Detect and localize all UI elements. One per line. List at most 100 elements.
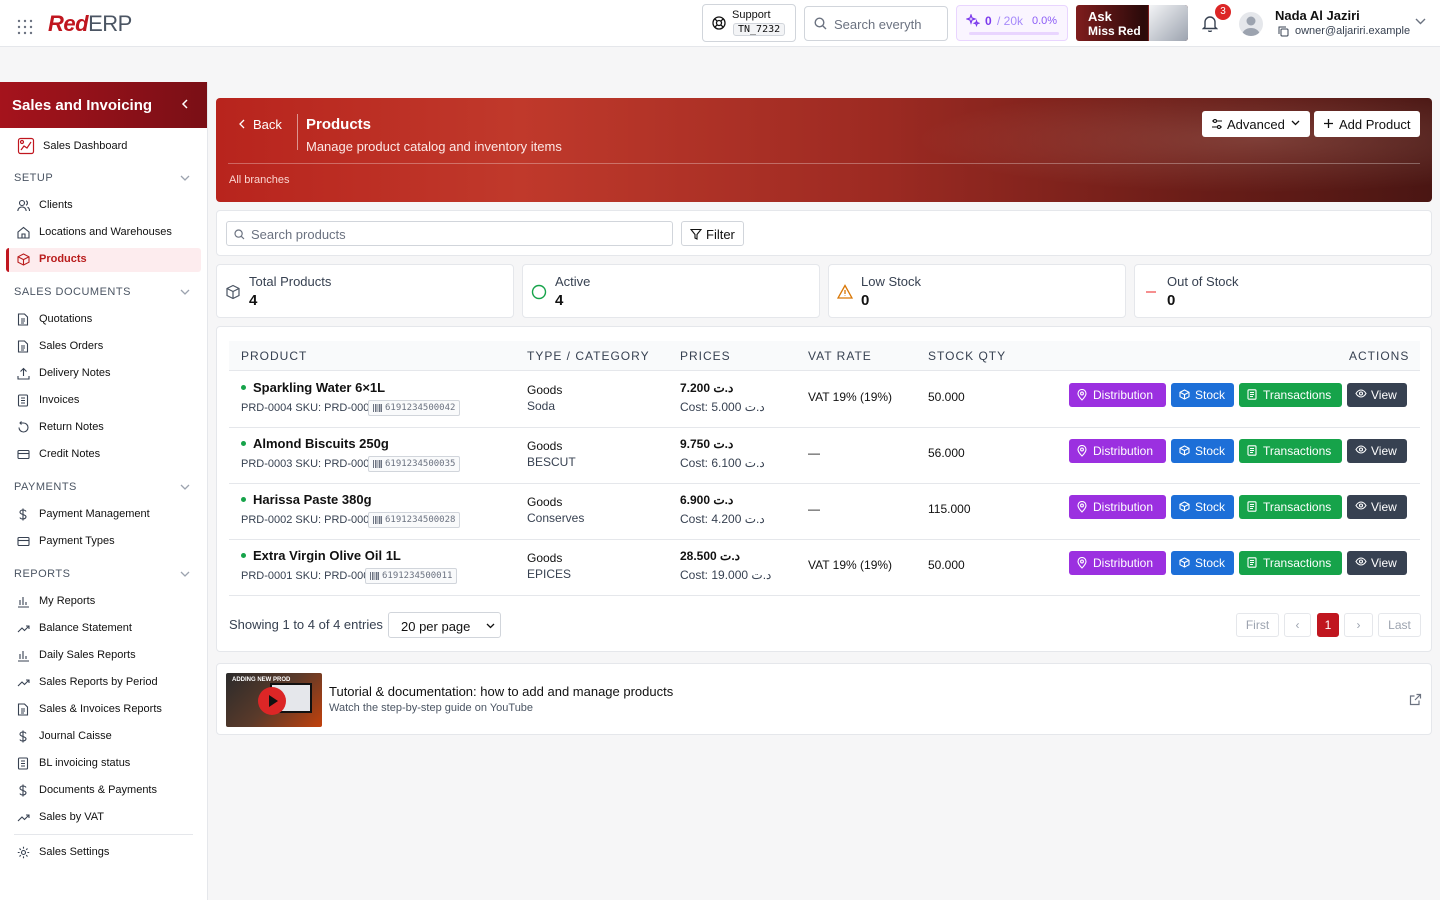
map-pin-icon <box>1077 389 1087 401</box>
column-header-stock-qty[interactable]: STOCK QTY <box>928 349 1006 363</box>
sidebar-item-payment-management[interactable]: Payment Management <box>6 503 201 527</box>
video-thumbnail[interactable]: ADDING NEW PROD <box>226 673 322 727</box>
chevron-down-icon[interactable] <box>180 484 190 490</box>
filter-button[interactable]: Filter <box>681 221 744 246</box>
dashboard-icon <box>17 137 35 155</box>
global-search-input[interactable]: Search everyth <box>804 6 948 41</box>
section-reports[interactable]: REPORTS <box>14 568 70 580</box>
bell-icon[interactable] <box>1202 15 1218 32</box>
pagination-prev[interactable]: ‹ <box>1284 613 1311 637</box>
sidebar-item-sales-orders[interactable]: Sales Orders <box>6 335 201 359</box>
product-stock-qty: 50.000 <box>928 390 965 404</box>
stock-button[interactable]: Stock <box>1171 551 1234 575</box>
sidebar-item-sales-invoices-reports[interactable]: Sales & Invoices Reports <box>6 698 201 722</box>
transactions-button[interactable]: Transactions <box>1239 495 1342 519</box>
pagination-first[interactable]: First <box>1236 613 1279 637</box>
stock-button[interactable]: Stock <box>1171 439 1234 463</box>
pagination-page-1[interactable]: 1 <box>1317 613 1339 637</box>
distribution-button[interactable]: Distribution <box>1069 439 1166 463</box>
section-setup[interactable]: SETUP <box>14 172 53 184</box>
collapse-sidebar-icon[interactable] <box>179 98 191 110</box>
chevron-down-icon[interactable] <box>180 571 190 577</box>
map-pin-icon <box>1077 557 1087 569</box>
pagination-next[interactable]: › <box>1344 613 1373 637</box>
sidebar-item-delivery-notes[interactable]: Delivery Notes <box>6 362 201 386</box>
box-icon <box>17 253 30 266</box>
ask-miss-red-button[interactable]: Ask Miss Red <box>1076 5 1188 41</box>
back-link[interactable]: Back <box>253 117 282 132</box>
ai-usage-meter[interactable]: 0 / 20k 0.0% <box>956 5 1068 41</box>
copy-icon[interactable] <box>1278 26 1289 37</box>
sidebar-item-sales-settings[interactable]: Sales Settings <box>6 841 201 865</box>
distribution-button[interactable]: Distribution <box>1069 495 1166 519</box>
bar-chart-icon <box>17 595 30 608</box>
tutorial-title[interactable]: Tutorial & documentation: how to add and… <box>329 684 673 699</box>
sidebar-item-locations[interactable]: Locations and Warehouses <box>6 221 201 245</box>
transactions-button[interactable]: Transactions <box>1239 383 1342 407</box>
column-header-product[interactable]: PRODUCT <box>241 349 307 363</box>
sidebar-item-payment-types[interactable]: Payment Types <box>6 530 201 554</box>
advanced-button[interactable]: Advanced <box>1202 111 1310 137</box>
app-logo[interactable]: RedERP <box>48 11 132 37</box>
per-page-select[interactable]: 20 per page <box>388 612 501 638</box>
column-header-actions: ACTIONS <box>1349 349 1410 363</box>
chevron-down-icon[interactable] <box>180 289 190 295</box>
chevron-down-icon[interactable] <box>1415 18 1426 25</box>
sidebar-item-documents-payments[interactable]: Documents & Payments <box>6 779 201 803</box>
add-product-button[interactable]: Add Product <box>1314 111 1420 137</box>
barcode-chip[interactable]: 6191234500028 <box>368 512 461 528</box>
pagination-last[interactable]: Last <box>1378 613 1421 637</box>
sidebar-item-sales-dashboard[interactable]: Sales Dashboard <box>6 135 201 159</box>
sidebar-item-my-reports[interactable]: My Reports <box>6 590 201 614</box>
sidebar-item-return-notes[interactable]: Return Notes <box>6 416 201 440</box>
product-category: EPICES <box>527 567 572 581</box>
transactions-button[interactable]: Transactions <box>1239 439 1342 463</box>
transactions-button[interactable]: Transactions <box>1239 551 1342 575</box>
product-name[interactable]: Almond Biscuits 250g <box>253 436 389 451</box>
section-payments[interactable]: PAYMENTS <box>14 481 77 493</box>
barcode-chip[interactable]: 6191234500035 <box>368 456 461 472</box>
product-price: 9.750 د.ت <box>680 437 734 451</box>
avatar[interactable] <box>1239 12 1263 36</box>
tutorial-card[interactable]: ADDING NEW PROD Tutorial & documentation… <box>216 663 1432 735</box>
sidebar-item-daily-sales-reports[interactable]: Daily Sales Reports <box>6 644 201 668</box>
distribution-button[interactable]: Distribution <box>1069 383 1166 407</box>
product-name[interactable]: Sparkling Water 6×1L <box>253 380 385 395</box>
apps-grid-icon[interactable] <box>17 19 33 35</box>
sidebar-item-balance-statement[interactable]: Balance Statement <box>6 617 201 641</box>
sidebar-item-sales-by-vat[interactable]: Sales by VAT <box>6 806 201 830</box>
stock-button[interactable]: Stock <box>1171 495 1234 519</box>
sidebar-item-bl-invoicing-status[interactable]: BL invoicing status <box>6 752 201 776</box>
product-search-input[interactable]: Search products <box>226 221 673 246</box>
section-sales-documents[interactable]: SALES DOCUMENTS <box>14 286 131 298</box>
external-link-icon[interactable] <box>1409 693 1422 706</box>
stock-button[interactable]: Stock <box>1171 383 1234 407</box>
distribution-button[interactable]: Distribution <box>1069 551 1166 575</box>
sidebar-item-quotations[interactable]: Quotations <box>6 308 201 332</box>
column-header-vat-rate[interactable]: VAT RATE <box>808 349 872 363</box>
credit-card-icon <box>17 448 30 461</box>
column-header-prices[interactable]: PRICES <box>680 349 731 363</box>
column-header-type-category[interactable]: TYPE / CATEGORY <box>527 349 650 363</box>
sidebar-item-products[interactable]: Products <box>6 248 201 272</box>
sidebar-item-sales-reports-by-period[interactable]: Sales Reports by Period <box>6 671 201 695</box>
chevron-down-icon[interactable] <box>180 175 190 181</box>
sidebar-item-clients[interactable]: Clients <box>6 194 201 218</box>
chevron-left-icon[interactable] <box>238 119 246 129</box>
view-button[interactable]: View <box>1347 495 1407 519</box>
barcode-chip[interactable]: 6191234500042 <box>368 400 461 416</box>
sidebar-item-credit-notes[interactable]: Credit Notes <box>6 443 201 467</box>
product-name[interactable]: Harissa Paste 380g <box>253 492 372 507</box>
sidebar-item-label: Documents & Payments <box>39 784 157 796</box>
barcode-chip[interactable]: 6191234500011 <box>365 568 458 584</box>
support-button[interactable]: Support TN_7232 <box>702 4 796 42</box>
eye-icon <box>1355 557 1367 566</box>
view-button[interactable]: View <box>1347 551 1407 575</box>
sidebar-item-journal-caisse[interactable]: Journal Caisse <box>6 725 201 749</box>
sidebar-item-invoices[interactable]: Invoices <box>6 389 201 413</box>
view-button[interactable]: View <box>1347 383 1407 407</box>
view-button[interactable]: View <box>1347 439 1407 463</box>
transactions-label: Transactions <box>1263 444 1332 458</box>
play-icon[interactable] <box>258 687 286 715</box>
product-name[interactable]: Extra Virgin Olive Oil 1L <box>253 548 401 563</box>
